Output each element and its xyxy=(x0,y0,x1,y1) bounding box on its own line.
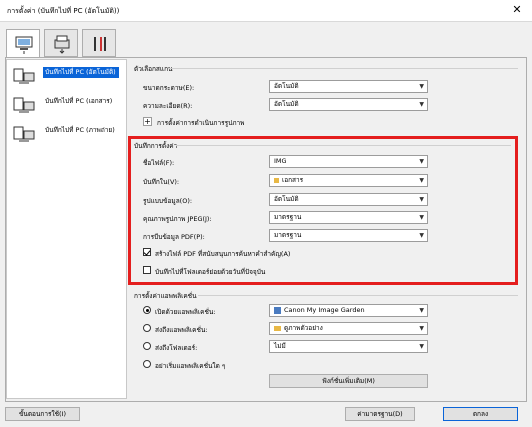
data-format-value: อัตโนมัติ xyxy=(274,195,299,203)
list-item-save-photo[interactable]: บันทึกไปที่ PC (ภาพถ่าย) xyxy=(13,122,121,150)
chevron-down-icon: ▼ xyxy=(419,101,424,108)
tab-general-settings[interactable] xyxy=(82,29,116,57)
tab-scan-from-computer[interactable] xyxy=(6,29,40,58)
jpeg-quality-select[interactable]: มาตรฐาน ▼ xyxy=(269,211,428,224)
save-to-pc-icon xyxy=(13,68,35,84)
send-app-label: ส่งถึงแอพพลิเคชั่น: xyxy=(155,326,208,334)
chevron-down-icon: ▼ xyxy=(419,214,424,221)
tools-icon xyxy=(94,37,106,51)
document-save-icon xyxy=(13,97,35,113)
defaults-button[interactable]: ค่ามาตรฐาน(D) xyxy=(345,407,415,421)
scan-options-title: ตัวเลือกสแกน xyxy=(134,65,173,73)
send-folder-radio[interactable] xyxy=(143,342,151,350)
data-format-select[interactable]: อัตโนมัติ ▼ xyxy=(269,193,428,206)
chevron-down-icon: ▼ xyxy=(419,158,424,165)
paper-size-select[interactable]: อัตโนมัติ ▼ xyxy=(269,80,428,93)
keyword-pdf-label: สร้างไฟล์ PDF ที่สนับสนุนการค้นหาคำสำคัญ… xyxy=(155,250,291,258)
save-in-label: บันทึกใน(V): xyxy=(143,178,180,186)
send-folder-value: ไม่มี xyxy=(274,342,286,350)
chevron-down-icon: ▼ xyxy=(419,343,424,350)
open-app-radio[interactable] xyxy=(143,306,151,314)
jpeg-quality-value: มาตรฐาน xyxy=(274,213,302,221)
resolution-value: อัตโนมัติ xyxy=(274,100,299,108)
tab-scan-from-panel[interactable] xyxy=(44,29,78,57)
resolution-label: ความละเอียด(R): xyxy=(143,102,193,110)
window-title: การตั้งค่า (บันทึกไปที่ PC (อัตโนมัติ)) xyxy=(7,7,120,15)
send-folder-select[interactable]: ไม่มี ▼ xyxy=(269,340,428,353)
send-app-select[interactable]: ดูภาพตัวอย่าง ▼ xyxy=(269,322,428,335)
file-name-label: ชื่อไฟล์(F): xyxy=(143,159,175,167)
expand-plus-icon[interactable]: + xyxy=(143,117,152,126)
chevron-down-icon: ▼ xyxy=(419,196,424,203)
open-app-value: Canon My Image Garden xyxy=(284,306,365,314)
chevron-down-icon: ▼ xyxy=(419,307,424,314)
pdf-compression-label: การบีบข้อมูล PDF(P): xyxy=(143,233,205,241)
file-name-select[interactable]: IMG ▼ xyxy=(269,155,428,168)
ok-button[interactable]: ตกลง xyxy=(443,407,518,421)
pdf-compression-value: มาตรฐาน xyxy=(274,231,302,239)
subfolder-label: บันทึกไปที่โฟลเดอร์ย่อยด้วยวันที่ปัจจุบั… xyxy=(155,268,266,276)
instructions-button[interactable]: ขั้นตอนการใช้(I) xyxy=(5,407,80,421)
divider xyxy=(198,295,518,296)
list-item-label: บันทึกไปที่ PC (อัตโนมัติ) xyxy=(43,67,119,78)
folder-icon xyxy=(274,325,281,331)
app-icon xyxy=(274,306,281,314)
keyword-pdf-checkbox[interactable] xyxy=(143,248,151,256)
list-item-save-document[interactable]: บันทึกไปที่ PC (เอกสาร) xyxy=(13,93,121,121)
no-app-radio[interactable] xyxy=(143,360,151,368)
chevron-down-icon: ▼ xyxy=(419,232,424,239)
image-processing-label[interactable]: การตั้งค่าการดำเนินการรูปภาพ xyxy=(157,118,244,128)
list-item-label: บันทึกไปที่ PC (เอกสาร) xyxy=(45,97,113,105)
computer-scan-icon xyxy=(15,36,33,54)
divider xyxy=(168,68,518,69)
title-bar: การตั้งค่า (บันทึกไปที่ PC (อัตโนมัติ)) … xyxy=(0,0,532,22)
chevron-down-icon: ▼ xyxy=(419,325,424,332)
jpeg-quality-label: คุณภาพรูปภาพ JPEG(J): xyxy=(143,215,212,223)
no-app-label: อย่าเริ่มแอพพลิเคชั่นใด ๆ xyxy=(155,362,226,370)
resolution-select[interactable]: อัตโนมัติ ▼ xyxy=(269,98,428,111)
list-item-label: บันทึกไปที่ PC (ภาพถ่าย) xyxy=(45,126,115,134)
subfolder-checkbox[interactable] xyxy=(143,266,151,274)
send-app-value: ดูภาพตัวอย่าง xyxy=(284,324,323,332)
scanner-icon xyxy=(54,35,70,54)
save-in-value: เอกสาร xyxy=(282,176,304,184)
more-functions-button[interactable]: ฟังก์ชั่นเพิ่มเติม(M) xyxy=(269,374,428,388)
file-name-value: IMG xyxy=(274,157,287,165)
folder-icon xyxy=(274,177,279,183)
open-app-label: เปิดด้วยแอพพลิเคชั่น: xyxy=(155,308,216,316)
send-app-radio[interactable] xyxy=(143,324,151,332)
list-item-save-auto[interactable]: บันทึกไปที่ PC (อัตโนมัติ) xyxy=(13,64,121,92)
scan-type-list: บันทึกไปที่ PC (อัตโนมัติ) บันทึกไปที่ P… xyxy=(6,59,127,399)
divider xyxy=(176,145,511,146)
paper-size-label: ขนาดกระดาษ(E): xyxy=(143,84,195,92)
close-icon[interactable]: ✕ xyxy=(508,3,526,17)
paper-size-value: อัตโนมัติ xyxy=(274,82,299,90)
app-settings-title: การตั้งค่าแอพพลิเคชั่น xyxy=(134,292,197,300)
data-format-label: รูปแบบข้อมูล(O): xyxy=(143,197,193,205)
chevron-down-icon: ▼ xyxy=(419,177,424,184)
save-settings-title: บันทึกการตั้งค่า xyxy=(134,142,178,150)
photo-save-icon xyxy=(13,126,35,142)
save-in-select[interactable]: เอกสาร ▼ xyxy=(269,174,428,187)
open-app-select[interactable]: Canon My Image Garden ▼ xyxy=(269,304,428,317)
pdf-compression-select[interactable]: มาตรฐาน ▼ xyxy=(269,229,428,242)
send-folder-label: ส่งถึงโฟลเดอร์: xyxy=(155,344,198,352)
chevron-down-icon: ▼ xyxy=(419,83,424,90)
